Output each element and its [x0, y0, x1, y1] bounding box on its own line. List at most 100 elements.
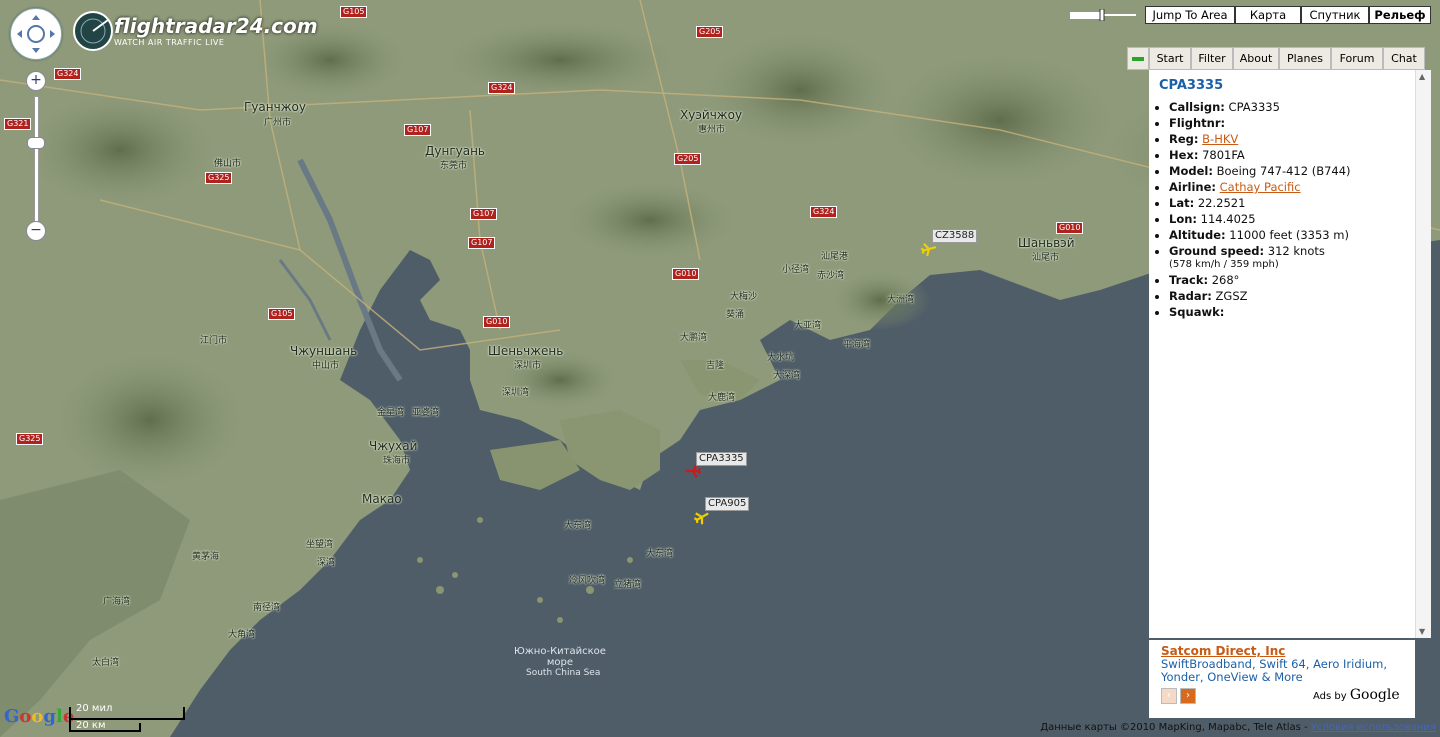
- tab-about[interactable]: About: [1233, 47, 1279, 70]
- city-zhuhai-sub: 珠海市: [383, 456, 411, 466]
- place-label: 南径湾: [253, 603, 281, 613]
- road-shield: G105: [268, 308, 296, 320]
- ad-prev-button[interactable]: ‹: [1161, 688, 1177, 704]
- city-guangzhou: Гуанчжоу: [244, 100, 306, 114]
- place-label: 太白湾: [92, 658, 120, 668]
- terms-link[interactable]: Условия использования: [1311, 722, 1436, 733]
- map-type-satellite-button[interactable]: Спутник: [1301, 6, 1369, 24]
- logo-text: flightradar24.com: [114, 14, 318, 38]
- tab-planes[interactable]: Planes: [1279, 47, 1331, 70]
- place-label: 赤沙湾: [817, 271, 845, 281]
- city-zhuhai: Чжухай: [369, 439, 418, 453]
- place-label: 金星湾: [377, 408, 405, 418]
- tab-start[interactable]: Start: [1149, 47, 1191, 70]
- road-shield: G205: [674, 153, 702, 165]
- field-airline: Airline: Cathay Pacific: [1169, 179, 1415, 195]
- field-reg: Reg: B-HKV: [1169, 131, 1415, 147]
- plane-label-cz3588[interactable]: CZ3588: [932, 229, 978, 243]
- road-shield: G321: [4, 118, 32, 130]
- zoom-out-button[interactable]: −: [26, 221, 46, 241]
- city-zhongshan: Чжуншань: [290, 344, 358, 358]
- road-shield: G107: [404, 124, 432, 136]
- ads-by-google[interactable]: Ads by Google: [1313, 687, 1400, 703]
- field-altitude: Altitude: 11000 feet (3353 m): [1169, 227, 1415, 243]
- zoom-slider-track[interactable]: [34, 96, 39, 222]
- place-label: 大梅沙: [730, 292, 758, 302]
- road-shield: G010: [1056, 222, 1084, 234]
- tab-forum[interactable]: Forum: [1331, 47, 1383, 70]
- tab-filter[interactable]: Filter: [1191, 47, 1233, 70]
- pan-control[interactable]: [10, 8, 62, 60]
- ad-next-button[interactable]: ›: [1180, 688, 1196, 704]
- attribution-text: Данные карты ©2010 MapKing, Mapabc, Tele…: [1040, 722, 1311, 733]
- map-type-map-button[interactable]: Карта: [1235, 6, 1301, 24]
- opacity-slider-graphic: [1070, 8, 1136, 22]
- field-model: Model: Boeing 747-412 (B744): [1169, 163, 1415, 179]
- city-huizhou: Хуэйчжоу: [680, 108, 743, 122]
- field-lon: Lon: 114.4025: [1169, 211, 1415, 227]
- radar-icon: [73, 11, 113, 51]
- place-label: 大鹿湾: [708, 393, 736, 403]
- place-label: 大鹏湾: [680, 333, 708, 343]
- road-shield: G324: [488, 82, 516, 94]
- panel-scrollbar[interactable]: ▲ ▼: [1415, 70, 1431, 638]
- field-radar: Radar: ZGSZ: [1169, 288, 1415, 304]
- field-ground-speed: Ground speed: 312 knots(578 km/h / 359 m…: [1169, 243, 1415, 270]
- place-label: 深湾: [317, 558, 336, 568]
- place-label: 平海湾: [843, 340, 871, 350]
- opacity-slider[interactable]: [1070, 8, 1136, 22]
- city-dongguan: Дунгуань: [425, 144, 485, 158]
- place-label: 小径湾: [782, 265, 810, 275]
- map-scale: 20 мил 20 км: [68, 703, 186, 733]
- field-squawk: Squawk:: [1169, 304, 1415, 320]
- road-shield: G010: [483, 316, 511, 328]
- road-shield: G325: [205, 172, 233, 184]
- place-label: 冷风吹湾: [569, 576, 606, 586]
- place-label: 吉隆: [706, 361, 725, 371]
- city-dongguan-sub: 东莞市: [440, 161, 468, 171]
- google-logo[interactable]: Google: [4, 706, 74, 727]
- city-shenzhen: Шеньчжень: [488, 344, 564, 358]
- ad-title-link[interactable]: Satcom Direct, Inc: [1161, 644, 1285, 658]
- city-name: Гуанчжоу: [244, 100, 306, 114]
- tab-minimize[interactable]: [1127, 47, 1149, 70]
- jump-to-area-button[interactable]: Jump To Area: [1145, 6, 1235, 24]
- road-shield: G325: [16, 433, 44, 445]
- ad-description[interactable]: SwiftBroadband, Swift 64, Aero Iridium, …: [1161, 658, 1406, 684]
- road-shield: G010: [672, 268, 700, 280]
- scroll-up-arrow[interactable]: ▲: [1419, 72, 1425, 81]
- field-hex: Hex: 7801FA: [1169, 147, 1415, 163]
- zoom-in-button[interactable]: +: [26, 71, 46, 91]
- map-attribution: Данные карты ©2010 MapKing, Mapabc, Tele…: [1040, 722, 1436, 733]
- road-shield: G105: [340, 6, 368, 18]
- place-label: 广海湾: [103, 597, 131, 607]
- scale-km: 20 км: [76, 720, 106, 731]
- ad-box: Satcom Direct, Inc SwiftBroadband, Swift…: [1149, 640, 1415, 718]
- google-wordmark: Google: [1349, 687, 1400, 703]
- map-type-terrain-button[interactable]: Рельеф: [1369, 6, 1431, 24]
- place-label: 大角湾: [228, 630, 256, 640]
- city-shanwei: Шаньвэй: [1018, 236, 1075, 250]
- scroll-down-arrow[interactable]: ▼: [1419, 627, 1425, 636]
- plane-label-cpa905[interactable]: CPA905: [705, 497, 750, 511]
- field-flightnr: Flightnr:: [1169, 115, 1415, 131]
- field-track: Track: 268°: [1169, 272, 1415, 288]
- road-shield: G205: [696, 26, 724, 38]
- flightradar24-logo[interactable]: flightradar24.com WATCH AIR TRAFFIC LIVE: [72, 10, 318, 54]
- city-macao: Макао: [362, 492, 402, 506]
- place-label: 黄茅海: [192, 552, 220, 562]
- reg-link[interactable]: B-HKV: [1202, 132, 1238, 146]
- place-label: 坐望湾: [306, 540, 334, 550]
- airline-link[interactable]: Cathay Pacific: [1220, 180, 1301, 194]
- city-zhongshan-sub: 中山市: [312, 361, 340, 371]
- plane-label-cpa3335[interactable]: CPA3335: [696, 452, 747, 466]
- zoom-slider-thumb[interactable]: [27, 137, 45, 149]
- tab-chat[interactable]: Chat: [1383, 47, 1425, 70]
- road-shield: G324: [54, 68, 82, 80]
- place-label: 亚婆湾: [412, 408, 440, 418]
- field-callsign: Callsign: CPA3335: [1169, 99, 1415, 115]
- place-label: 立猪湾: [614, 580, 642, 590]
- city-huizhou-sub: 惠州市: [698, 125, 726, 135]
- flight-info-panel: CPA3335 Callsign: CPA3335 Flightnr: Reg:…: [1149, 70, 1415, 638]
- sea-label: Южно-Китайское море: [514, 646, 606, 668]
